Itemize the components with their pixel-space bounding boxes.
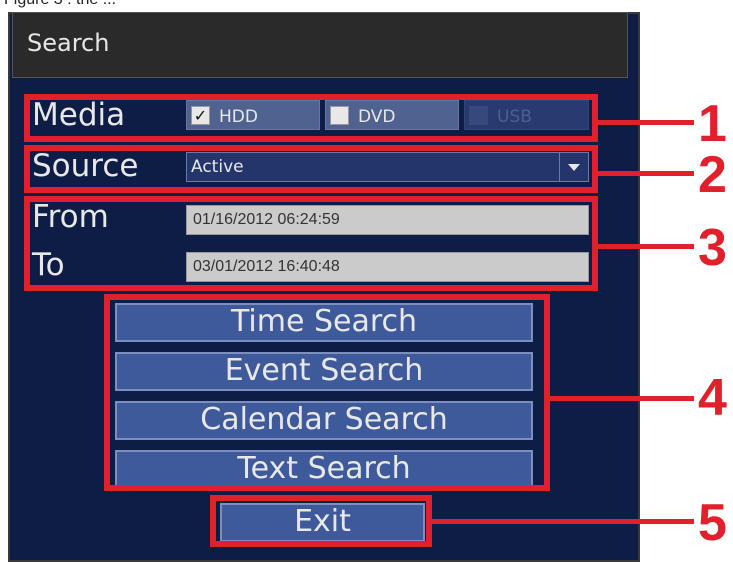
callout-line-3	[598, 244, 694, 249]
callout-box-5	[210, 495, 432, 547]
callout-number-2: 2	[698, 146, 727, 204]
callout-box-4	[104, 294, 550, 491]
callout-line-5	[432, 519, 694, 524]
callout-line-1	[598, 120, 694, 125]
callout-box-3	[24, 196, 598, 291]
dialog-titlebar: Search	[12, 12, 628, 78]
callout-box-1	[24, 94, 598, 142]
callout-number-1: 1	[698, 95, 727, 153]
callout-number-4: 4	[698, 369, 727, 427]
figure-caption: Figure 3 : the ...	[4, 0, 116, 9]
callout-number-3: 3	[698, 219, 727, 277]
dialog-title: Search	[27, 29, 110, 57]
callout-box-2	[24, 145, 598, 193]
callout-number-5: 5	[698, 494, 727, 552]
callout-line-2	[598, 171, 694, 176]
callout-line-4	[550, 396, 694, 401]
